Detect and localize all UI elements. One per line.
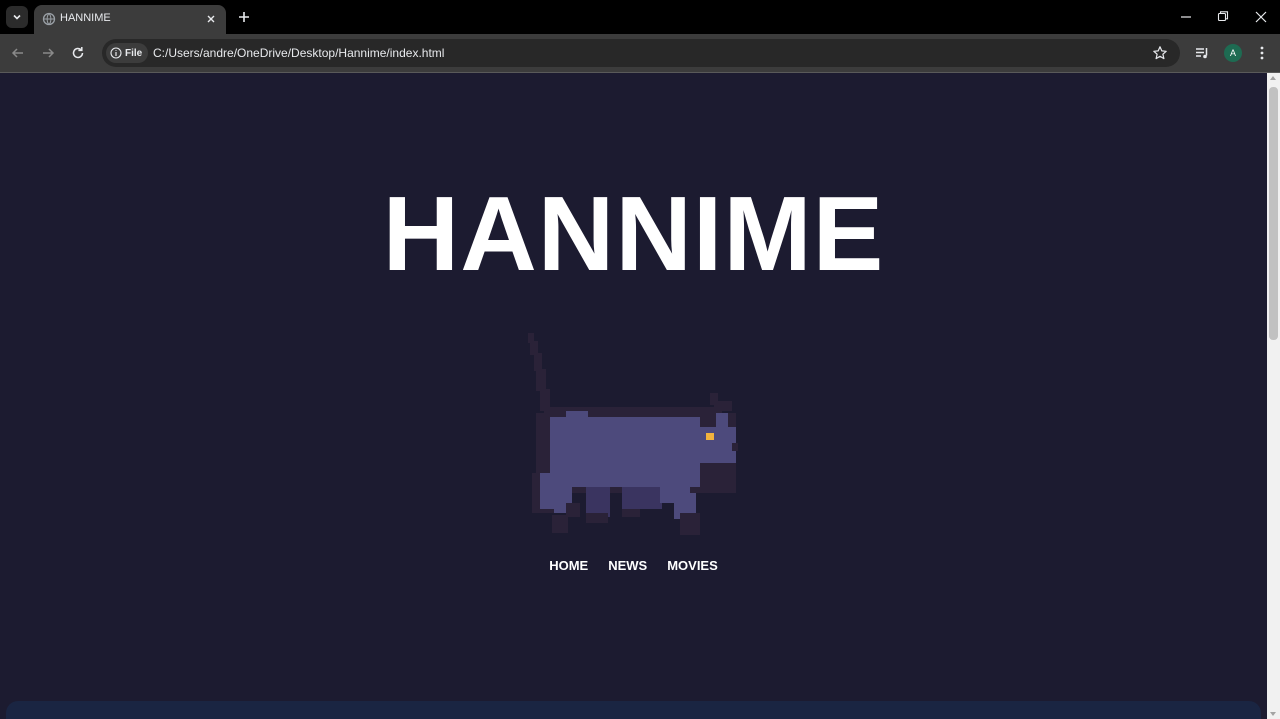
address-bar[interactable]: File C:/Users/andre/OneDrive/Desktop/Han… bbox=[102, 39, 1180, 67]
window-close-icon[interactable] bbox=[1252, 8, 1270, 26]
forward-icon[interactable] bbox=[39, 44, 57, 62]
nav-news[interactable]: NEWS bbox=[608, 558, 647, 573]
scroll-up-arrow[interactable] bbox=[1270, 76, 1276, 80]
cat-eye bbox=[706, 433, 714, 440]
media-queue-icon[interactable] bbox=[1193, 44, 1211, 62]
reload-icon[interactable] bbox=[69, 44, 87, 62]
page-viewport: HANNIME HOME NEWS MOVIES bbox=[0, 73, 1267, 719]
site-info-label: File bbox=[125, 47, 143, 59]
content-panel bbox=[6, 701, 1261, 719]
minimize-icon[interactable] bbox=[1177, 8, 1195, 26]
star-icon[interactable] bbox=[1152, 45, 1168, 61]
restore-icon[interactable] bbox=[1214, 8, 1232, 26]
main-nav: HOME NEWS MOVIES bbox=[0, 558, 1267, 573]
info-icon bbox=[110, 47, 122, 59]
scroll-down-arrow[interactable] bbox=[1270, 712, 1276, 716]
globe-icon bbox=[42, 12, 56, 26]
site-title: HANNIME bbox=[382, 175, 885, 293]
plus-icon[interactable] bbox=[236, 9, 252, 25]
chevron-down-icon bbox=[13, 14, 21, 20]
browser-toolbar: File C:/Users/andre/OneDrive/Desktop/Han… bbox=[0, 34, 1280, 73]
menu-dots-icon[interactable] bbox=[1253, 44, 1271, 62]
tab-search-button[interactable] bbox=[6, 6, 28, 28]
back-icon[interactable] bbox=[9, 44, 27, 62]
tab-title: HANNIME bbox=[60, 12, 111, 24]
close-icon[interactable] bbox=[204, 12, 218, 26]
nav-movies[interactable]: MOVIES bbox=[667, 558, 718, 573]
url-text[interactable]: C:/Users/andre/OneDrive/Desktop/Hannime/… bbox=[153, 46, 444, 60]
scroll-thumb[interactable] bbox=[1269, 87, 1278, 340]
pixel-cat-image bbox=[528, 333, 738, 535]
nav-home[interactable]: HOME bbox=[549, 558, 588, 573]
site-info-chip[interactable]: File bbox=[106, 43, 148, 63]
page-scrollbar[interactable] bbox=[1267, 73, 1280, 719]
tab-strip: HANNIME bbox=[0, 0, 1280, 34]
tab-hannime[interactable]: HANNIME bbox=[34, 5, 226, 34]
profile-avatar[interactable]: A bbox=[1224, 44, 1242, 62]
